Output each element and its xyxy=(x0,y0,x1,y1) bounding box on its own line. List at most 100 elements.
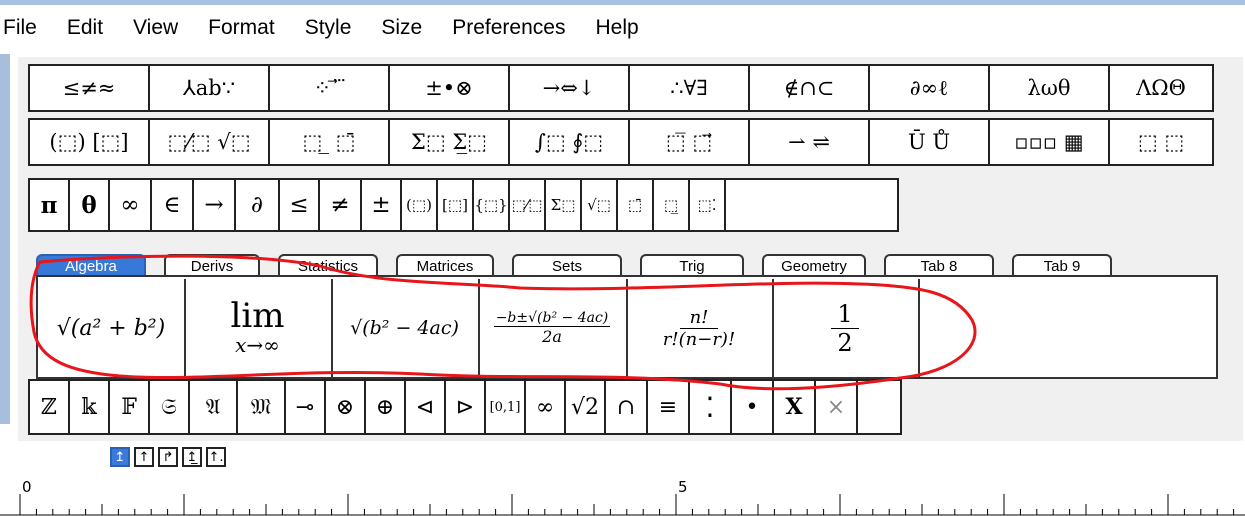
tab-8[interactable]: Tab 8 xyxy=(884,254,994,276)
symbol-button[interactable]: 𝔐 xyxy=(236,379,286,435)
ruler-ticks: 0 5 xyxy=(0,478,1245,516)
symbol-button[interactable]: ∞ xyxy=(524,379,566,435)
symbol-button[interactable]: ∈ xyxy=(150,178,194,232)
symbol-button[interactable]: {⬚} xyxy=(472,178,510,232)
symbol-button[interactable]: ⬚̲ xyxy=(652,178,690,232)
symbol-button[interactable]: ⊳ xyxy=(444,379,486,435)
menu-preferences[interactable]: Preferences xyxy=(452,16,565,40)
set-theory-palette[interactable]: ∉∩⊂ xyxy=(748,64,870,112)
window-top-border xyxy=(0,0,1245,5)
symbol-button[interactable]: ⬚⁄⬚ xyxy=(508,178,546,232)
symbol-button[interactable]: ∂ xyxy=(234,178,280,232)
symbol-button[interactable]: [⬚] xyxy=(436,178,474,232)
tab-9[interactable]: Tab 9 xyxy=(1012,254,1112,276)
symbol-button[interactable]: √2 xyxy=(564,379,606,435)
matrix-palette[interactable]: ▫▫▫ ▦ xyxy=(988,118,1110,166)
symbol-button[interactable]: π xyxy=(28,178,70,232)
menu-style[interactable]: Style xyxy=(305,16,352,40)
symbol-button[interactable]: 𝔄 xyxy=(188,379,238,435)
symbol-button[interactable]: X xyxy=(772,379,816,435)
symbol-button[interactable]: ⊕ xyxy=(364,379,406,435)
symbol-button[interactable]: ⬚̄ xyxy=(616,178,654,232)
integral-palette[interactable]: ∫⬚ ∮⬚ xyxy=(508,118,630,166)
logical-symbols-palette[interactable]: ∴∀∃ xyxy=(628,64,750,112)
nudge-up-button[interactable]: ↑ xyxy=(134,447,154,467)
nudge-up-right-button[interactable]: ↱ xyxy=(158,447,178,467)
symbol-button[interactable]: 𝕜 xyxy=(68,379,110,435)
spaces-ellipses-palette[interactable]: ⅄ab∵ xyxy=(148,64,270,112)
symbol-button[interactable]: ∩ xyxy=(604,379,648,435)
symbol-button[interactable]: ≡ xyxy=(646,379,690,435)
greek-uppercase-palette[interactable]: ΛΩΘ xyxy=(1108,64,1214,112)
symbol-button[interactable]: ⬚⁚ xyxy=(688,178,726,232)
symbol-button[interactable]: • xyxy=(730,379,774,435)
template-combination[interactable]: n! r!(n−r)! xyxy=(626,279,774,377)
symbol-button[interactable]: ℤ xyxy=(28,379,70,435)
labeled-arrow-palette[interactable]: ⇀ ⇌ xyxy=(748,118,870,166)
template-limit[interactable]: lim x→∞ xyxy=(184,279,333,377)
template-one-half[interactable]: 1 2 xyxy=(772,279,920,377)
palette-label: ≤≠≈ xyxy=(62,76,116,100)
menu-format[interactable]: Format xyxy=(208,16,275,40)
subscript-superscript-palette[interactable]: ⬚ ̲ ⬚̄ xyxy=(268,118,390,166)
nudge-up-line-button[interactable]: ↥̲ xyxy=(182,447,202,467)
symbol-button[interactable]: ± xyxy=(360,178,402,232)
symbol-button[interactable]: (⬚) xyxy=(400,178,438,232)
tab-trig[interactable]: Trig xyxy=(640,254,744,276)
template-quadratic-formula[interactable]: −b±√(b² − 4ac) 2a xyxy=(478,279,628,377)
menu-size[interactable]: Size xyxy=(381,16,422,40)
menu-edit[interactable]: Edit xyxy=(67,16,103,40)
empty-symbol-slot[interactable] xyxy=(856,379,902,435)
nudge-up-dot-button[interactable]: ↑. xyxy=(206,447,226,467)
symbol-button[interactable]: [0,1] xyxy=(484,379,526,435)
relational-symbols-palette[interactable]: ≤≠≈ xyxy=(28,64,150,112)
symbol-button[interactable]: ≤ xyxy=(278,178,320,232)
tab-statistics[interactable]: Statistics xyxy=(278,254,378,276)
tab-algebra[interactable]: Algebra xyxy=(36,254,146,276)
underbar-overbar-palette[interactable]: ⬚̅ ⬚⃗ xyxy=(628,118,750,166)
palette-label: ΛΩΘ xyxy=(1136,76,1186,100)
arrow-symbols-palette[interactable]: →⇔↓ xyxy=(508,64,630,112)
custom-symbols-row: ℤ 𝕜 𝔽 𝔖 𝔄 𝔐 ⊸ ⊗ ⊕ ⊲ ⊳ [0,1] ∞ √2 ∩ ≡ ⁚ •… xyxy=(28,379,902,435)
symbol-button[interactable]: 𝔖 xyxy=(148,379,190,435)
fraction-numerator: 1 xyxy=(831,300,859,329)
horizontal-ruler[interactable]: 0 5 xyxy=(0,476,1245,516)
symbol-button[interactable]: → xyxy=(192,178,236,232)
empty-symbol-slot[interactable] xyxy=(724,178,899,232)
operator-symbols-palette[interactable]: ±•⊗ xyxy=(388,64,510,112)
misc-symbols-palette[interactable]: ∂∞ℓ xyxy=(868,64,990,112)
symbol-button[interactable]: × xyxy=(814,379,858,435)
symbol-button[interactable]: θ xyxy=(68,178,110,232)
palette-label: λωθ xyxy=(1027,76,1071,100)
menu-view[interactable]: View xyxy=(133,16,178,40)
symbol-button[interactable]: Σ⬚ xyxy=(544,178,582,232)
nudge-toolbar: ↥ ↑ ↱ ↥̲ ↑. xyxy=(110,447,226,467)
tab-derivs[interactable]: Derivs xyxy=(164,254,260,276)
tab-matrices[interactable]: Matrices xyxy=(396,254,494,276)
symbol-button[interactable]: ≠ xyxy=(318,178,362,232)
tab-geometry[interactable]: Geometry xyxy=(762,254,866,276)
symbol-button[interactable]: ⊗ xyxy=(324,379,366,435)
template-discriminant[interactable]: √(b² − 4ac) xyxy=(331,279,480,377)
symbol-button[interactable]: ⁚ xyxy=(688,379,732,435)
summation-palette[interactable]: Σ⬚ Σ̲⬚ xyxy=(388,118,510,166)
symbol-button[interactable]: ⊲ xyxy=(404,379,446,435)
symbol-button[interactable]: ⊸ xyxy=(284,379,326,435)
fraction-radical-palette[interactable]: ⬚⁄⬚ √⬚ xyxy=(148,118,270,166)
palette-label: Ū Ů xyxy=(907,130,951,154)
nudge-up-small-button[interactable]: ↥ xyxy=(110,447,130,467)
products-set-palette[interactable]: Ū Ů xyxy=(868,118,990,166)
symbol-button[interactable]: ∞ xyxy=(108,178,152,232)
tab-sets[interactable]: Sets xyxy=(512,254,622,276)
greek-lowercase-palette[interactable]: λωθ xyxy=(988,64,1110,112)
embellishments-palette[interactable]: ⁘ ⃗ ⃛ xyxy=(268,64,390,112)
menu-help[interactable]: Help xyxy=(595,16,638,40)
template-hypotenuse[interactable]: √(a² + b²) xyxy=(38,279,186,377)
fence-templates-palette[interactable]: (⬚) [⬚] xyxy=(28,118,150,166)
menu-file[interactable]: File xyxy=(3,16,37,40)
palette-label: ⬚⁄⬚ √⬚ xyxy=(167,130,251,154)
box-templates-palette[interactable]: ⬚ ⬚ xyxy=(1108,118,1214,166)
symbol-button[interactable]: √⬚ xyxy=(580,178,618,232)
fraction-denominator: 2a xyxy=(542,327,562,346)
symbol-button[interactable]: 𝔽 xyxy=(108,379,150,435)
